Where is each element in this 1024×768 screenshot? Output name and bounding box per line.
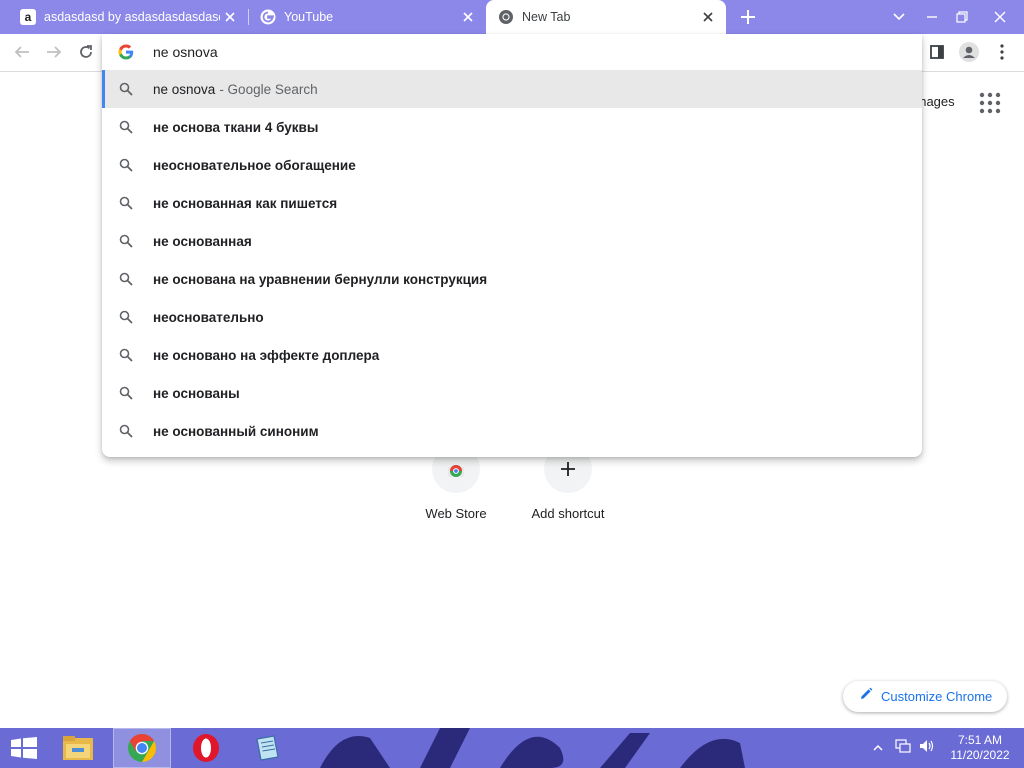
suggestion-item[interactable]: ne osnova - Google Search — [102, 70, 922, 108]
suggestion-item[interactable]: неосновательно — [102, 298, 922, 336]
show-hidden-icons-icon[interactable] — [873, 739, 883, 757]
tab-title: New Tab — [522, 10, 571, 24]
suggestion-item[interactable]: не основаны — [102, 374, 922, 412]
suggestion-item[interactable]: не основанная — [102, 222, 922, 260]
google-apps-grid-icon[interactable] — [979, 92, 1001, 114]
chrome-icon[interactable] — [113, 728, 171, 768]
restore-icon[interactable] — [945, 0, 979, 34]
forward-arrow-icon[interactable] — [40, 38, 68, 66]
search-icon — [119, 272, 133, 286]
side-panel-icon[interactable] — [923, 38, 951, 66]
amazon-icon: a — [20, 9, 36, 25]
clock-time: 7:51 AM — [957, 733, 1003, 747]
customize-chrome-label: Customize Chrome — [881, 689, 993, 704]
search-icon — [119, 310, 133, 324]
pencil-icon — [859, 687, 873, 706]
volume-icon[interactable] — [919, 739, 935, 758]
close-tab-icon[interactable] — [220, 7, 240, 27]
suggestion-suffix: - Google Search — [219, 81, 318, 97]
notepad-icon[interactable] — [238, 728, 296, 768]
omnibox-dropdown: ne osnova ne osnova - Google Search не о… — [102, 34, 922, 457]
google-g-icon — [118, 44, 134, 60]
search-icon — [119, 82, 133, 96]
suggestion-text: не основано на эффекте доплера — [153, 347, 380, 363]
search-icon — [119, 234, 133, 248]
system-tray — [873, 728, 935, 768]
windows-start-icon[interactable] — [0, 728, 48, 768]
close-tab-icon[interactable] — [698, 7, 718, 27]
back-arrow-icon[interactable] — [8, 38, 36, 66]
file-explorer-icon[interactable] — [49, 728, 107, 768]
search-icon — [119, 120, 133, 134]
svg-text:a: a — [25, 10, 32, 24]
clock-date: 11/20/2022 — [950, 748, 1010, 762]
search-icon — [119, 158, 133, 172]
shortcut-label: Web Store — [425, 506, 487, 521]
google-icon — [260, 9, 276, 25]
minimize-icon[interactable] — [915, 0, 949, 34]
suggestion-text: не основанная — [153, 233, 252, 249]
omnibox-query-text: ne osnova — [153, 44, 218, 60]
customize-chrome-button[interactable]: Customize Chrome — [843, 681, 1007, 712]
suggestion-item[interactable]: не основа ткани 4 буквы — [102, 108, 922, 146]
menu-kebab-icon[interactable] — [988, 38, 1016, 66]
tab-amazon[interactable]: a asdasdasd by asdasdasdasdasd on Amazon — [8, 0, 248, 34]
tab-title: YouTube — [284, 10, 334, 24]
suggestion-item[interactable]: неосновательное обогащение — [102, 146, 922, 184]
chrome-icon — [498, 9, 514, 25]
suggestion-item[interactable]: не основана на уравнении бернулли констр… — [102, 260, 922, 298]
suggestion-item[interactable]: не основанный синоним — [102, 412, 922, 450]
tab-youtube[interactable]: YouTube — [248, 0, 486, 34]
profile-avatar-icon[interactable] — [955, 38, 983, 66]
suggestion-text: не основанный синоним — [153, 423, 319, 439]
tab-title: asdasdasd by asdasdasdasdasd on Amazon — [44, 10, 220, 24]
search-icon — [119, 424, 133, 438]
new-tab-plus-icon[interactable] — [736, 5, 760, 29]
suggestion-item[interactable]: не основанная как пишется — [102, 184, 922, 222]
wallpaper-decoration — [320, 728, 745, 768]
search-icon — [119, 386, 133, 400]
tab-new-tab[interactable]: New Tab — [486, 0, 726, 34]
suggestion-text: неосновательно — [153, 309, 264, 325]
tab-search-chevron-icon[interactable] — [882, 0, 916, 34]
suggestion-item[interactable]: не основано на эффекте доплера — [102, 336, 922, 374]
suggestion-text: не основаны — [153, 385, 240, 401]
search-icon — [119, 348, 133, 362]
windows-taskbar: 7:51 AM 11/20/2022 — [0, 728, 1024, 768]
suggestion-text: не основа ткани 4 буквы — [153, 119, 319, 135]
omnibox-input[interactable]: ne osnova — [102, 34, 922, 70]
shortcut-label: Add shortcut — [531, 506, 605, 521]
opera-icon[interactable] — [177, 728, 235, 768]
reload-icon[interactable] — [72, 38, 100, 66]
suggestion-text: не основанная как пишется — [153, 195, 338, 211]
suggestion-text: ne osnova — [153, 81, 216, 97]
tab-strip: a asdasdasd by asdasdasdasdasd on Amazon… — [0, 0, 1024, 34]
search-icon — [119, 196, 133, 210]
close-tab-icon[interactable] — [458, 7, 478, 27]
system-clock[interactable]: 7:51 AM 11/20/2022 — [940, 733, 1020, 763]
suggestion-text: не основана на уравнении бернулли констр… — [153, 271, 488, 287]
network-icon[interactable] — [895, 738, 911, 758]
close-window-icon[interactable] — [983, 0, 1017, 34]
suggestion-text: неосновательное обогащение — [153, 157, 356, 173]
